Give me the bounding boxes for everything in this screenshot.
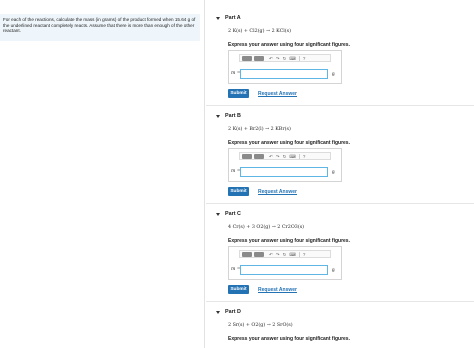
symbol-button[interactable]	[254, 153, 264, 159]
help-icon[interactable]: ?	[303, 252, 306, 257]
answer-box: ↶ ↷ ↻ ⌨ ? m = g	[228, 148, 342, 182]
undo-icon[interactable]: ↶	[269, 252, 273, 257]
template-button[interactable]	[242, 153, 252, 159]
request-answer-link[interactable]: Request Answer	[258, 189, 297, 195]
divider	[206, 105, 474, 106]
keyboard-icon[interactable]: ⌨	[289, 154, 296, 159]
request-answer-link[interactable]: Request Answer	[258, 287, 297, 293]
symbol-button[interactable]	[254, 251, 264, 257]
help-icon[interactable]: ?	[303, 56, 306, 61]
redo-icon[interactable]: ↷	[276, 252, 280, 257]
template-button[interactable]	[242, 251, 252, 257]
instruction-text: Express your answer using four significa…	[228, 42, 350, 48]
part-c-header[interactable]: Part C	[216, 210, 241, 218]
problem-panel: For each of the reactions, calculate the…	[0, 0, 205, 348]
answer-input-row: m = g	[229, 68, 341, 80]
part-a-header[interactable]: Part A	[216, 14, 241, 22]
unit-label: g	[332, 71, 335, 76]
mass-input[interactable]	[240, 265, 328, 275]
collapse-caret-icon[interactable]	[216, 212, 220, 216]
submit-button[interactable]: Submit	[228, 285, 249, 294]
part-d-header[interactable]: Part D	[216, 308, 241, 316]
math-toolbar: ↶ ↷ ↻ ⌨ ?	[239, 54, 331, 62]
parts-panel: Part A 2 K(s) + Cl2(g) → 2 KCl(s) Expres…	[206, 0, 474, 348]
reset-icon[interactable]: ↻	[283, 252, 287, 257]
request-answer-link[interactable]: Request Answer	[258, 91, 297, 97]
instruction-text: Express your answer using four significa…	[228, 140, 350, 146]
answer-box: ↶ ↷ ↻ ⌨ ? m = g	[228, 246, 342, 280]
math-toolbar: ↶ ↷ ↻ ⌨ ?	[239, 152, 331, 160]
part-b-header[interactable]: Part B	[216, 112, 241, 120]
reaction-equation: 2 K(s) + Br2(l) → 2 KBr(s)	[228, 127, 291, 132]
problem-statement-box: For each of the reactions, calculate the…	[0, 14, 200, 41]
unit-label: g	[332, 267, 335, 272]
mass-input[interactable]	[240, 69, 328, 79]
undo-icon[interactable]: ↶	[269, 154, 273, 159]
redo-icon[interactable]: ↷	[276, 56, 280, 61]
undo-icon[interactable]: ↶	[269, 56, 273, 61]
mass-input[interactable]	[240, 167, 328, 177]
problem-statement: For each of the reactions, calculate the…	[3, 17, 196, 34]
part-title: Part A	[225, 15, 241, 21]
template-button[interactable]	[242, 55, 252, 61]
answer-box: ↶ ↷ ↻ ⌨ ? m = g	[228, 50, 342, 84]
help-icon[interactable]: ?	[303, 154, 306, 159]
collapse-caret-icon[interactable]	[216, 114, 220, 118]
reaction-equation: 2 Sr(s) + O2(g) → 2 SrO(s)	[228, 323, 293, 328]
part-title: Part C	[225, 211, 241, 217]
toolbar-divider	[298, 251, 300, 257]
part-title: Part B	[225, 113, 241, 119]
instruction-text: Express your answer using four significa…	[228, 238, 350, 244]
toolbar-divider	[298, 55, 300, 61]
submit-button[interactable]: Submit	[228, 89, 249, 98]
divider	[206, 301, 474, 302]
answer-input-row: m = g	[229, 166, 341, 178]
divider	[206, 203, 474, 204]
reaction-equation: 2 K(s) + Cl2(g) → 2 KCl(s)	[228, 29, 292, 34]
submit-button[interactable]: Submit	[228, 187, 249, 196]
symbol-button[interactable]	[254, 55, 264, 61]
reset-icon[interactable]: ↻	[283, 56, 287, 61]
collapse-caret-icon[interactable]	[216, 310, 220, 314]
collapse-caret-icon[interactable]	[216, 16, 220, 20]
keyboard-icon[interactable]: ⌨	[289, 56, 296, 61]
toolbar-divider	[298, 153, 300, 159]
math-toolbar: ↶ ↷ ↻ ⌨ ?	[239, 250, 331, 258]
reaction-equation: 4 Cr(s) + 3 O2(g) → 2 Cr2O3(s)	[228, 225, 305, 230]
unit-label: g	[332, 169, 335, 174]
instruction-text: Express your answer using four significa…	[228, 336, 350, 342]
answer-input-row: m = g	[229, 264, 341, 276]
redo-icon[interactable]: ↷	[276, 154, 280, 159]
reset-icon[interactable]: ↻	[283, 154, 287, 159]
part-title: Part D	[225, 309, 241, 315]
keyboard-icon[interactable]: ⌨	[289, 252, 296, 257]
